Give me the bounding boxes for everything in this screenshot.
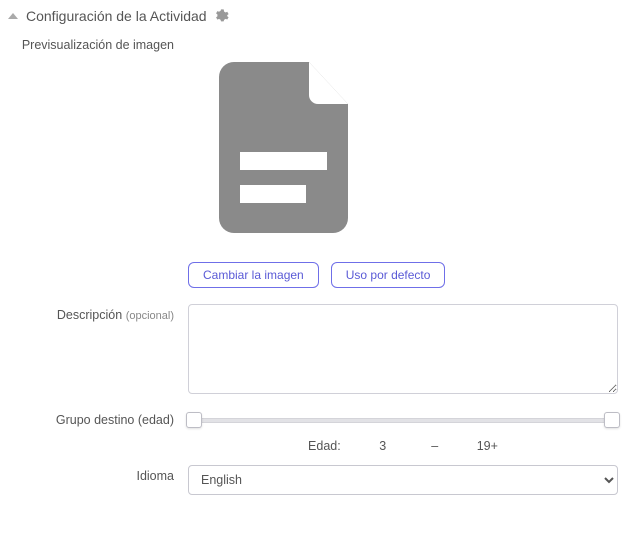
language-label: Idioma [8, 465, 188, 483]
use-default-button[interactable]: Uso por defecto [331, 262, 446, 288]
description-label: Descripción (opcional) [8, 304, 188, 322]
document-icon [213, 56, 363, 236]
slider-thumb-min[interactable] [186, 412, 202, 428]
age-prefix: Edad: [308, 439, 341, 453]
language-select[interactable]: English [188, 465, 618, 495]
age-max-value: 19+ [477, 439, 498, 453]
age-display: Edad: 3 – 19+ [188, 439, 618, 453]
section-header[interactable]: Configuración de la Actividad [8, 8, 626, 24]
description-label-text: Descripción [57, 308, 122, 322]
target-group-label: Grupo destino (edad) [8, 409, 188, 427]
description-optional-text: (opcional) [126, 310, 174, 322]
caret-up-icon [8, 13, 18, 19]
age-range-slider[interactable]: Edad: 3 – 19+ [188, 409, 618, 453]
slider-thumb-max[interactable] [604, 412, 620, 428]
change-image-button[interactable]: Cambiar la imagen [188, 262, 319, 288]
image-preview-label: Previsualización de imagen [8, 36, 188, 52]
image-buttons-row: Cambiar la imagen Uso por defecto [188, 262, 626, 288]
description-textarea[interactable] [188, 304, 618, 394]
slider-track [188, 418, 618, 423]
section-title: Configuración de la Actividad [26, 8, 207, 24]
gear-icon [213, 8, 229, 24]
age-separator: – [425, 439, 445, 453]
image-preview [188, 36, 388, 256]
age-min-value: 3 [373, 439, 393, 453]
